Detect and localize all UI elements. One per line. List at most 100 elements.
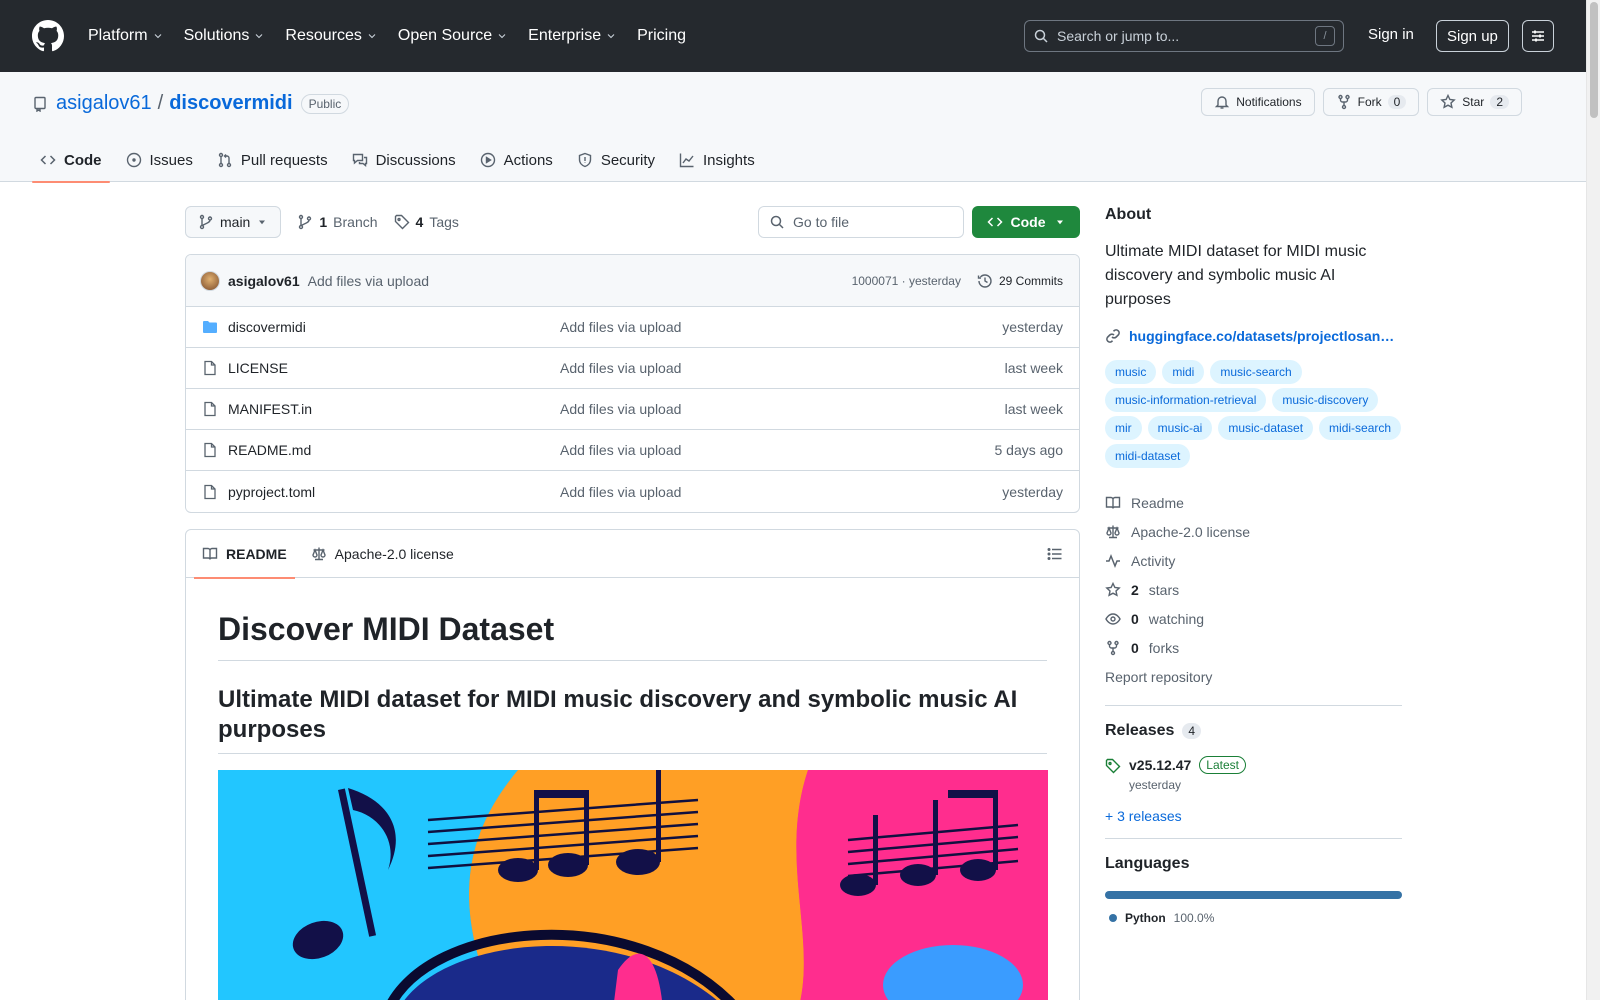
table-row[interactable]: discovermidi Add files via upload yester… <box>186 307 1079 348</box>
commit-author-link[interactable]: asigalov61 <box>228 273 300 289</box>
watching-link[interactable]: 0 watching <box>1105 604 1402 633</box>
fork-icon <box>1107 640 1119 655</box>
search-shortcut-key: / <box>1315 26 1335 46</box>
repo-tabs: Code Issues Pull requests Discussions Ac… <box>32 138 771 183</box>
tab-security[interactable]: Security <box>569 138 663 182</box>
file-commit-message[interactable]: Add files via upload <box>560 360 681 376</box>
license-link[interactable]: Apache-2.0 license <box>1105 517 1402 546</box>
sign-up-button[interactable]: Sign up <box>1436 20 1509 52</box>
topic-tag[interactable]: music-information-retrieval <box>1105 388 1267 412</box>
nav-resources[interactable]: Resources <box>285 27 377 45</box>
topic-tag[interactable]: midi-search <box>1319 416 1402 440</box>
topic-tag[interactable]: music <box>1105 360 1157 384</box>
topic-tag[interactable]: midi <box>1162 360 1205 384</box>
chevron-down-icon <box>368 34 376 39</box>
readme-tabs: README Apache-2.0 license <box>186 530 1079 579</box>
notifications-button[interactable]: Notifications <box>1201 88 1315 116</box>
outline-list-icon[interactable] <box>1047 546 1063 562</box>
shield-icon <box>578 152 592 168</box>
tab-insights[interactable]: Insights <box>671 138 763 182</box>
repo-actions: Notifications Fork 0 Star 2 <box>1201 88 1522 116</box>
releases-count: 4 <box>1182 723 1202 739</box>
header-menu-button[interactable] <box>1522 20 1554 52</box>
fork-button[interactable]: Fork 0 <box>1322 88 1420 116</box>
repo-title: asigalov61 / discovermidi Public <box>32 92 350 115</box>
topic-tag[interactable]: mir <box>1105 416 1142 440</box>
table-row[interactable]: pyproject.toml Add files via upload yest… <box>186 471 1079 512</box>
code-dropdown-button[interactable]: Code <box>972 206 1080 238</box>
file-name-link[interactable]: MANIFEST.in <box>228 401 560 417</box>
scrollbar-thumb[interactable] <box>1590 2 1598 118</box>
file-name-link[interactable]: LICENSE <box>228 360 560 376</box>
tab-code[interactable]: Code <box>32 138 110 183</box>
report-repository-link[interactable]: Report repository <box>1105 662 1402 691</box>
file-commit-message[interactable]: Add files via upload <box>560 319 681 335</box>
stars-link[interactable]: 2 stars <box>1105 575 1402 604</box>
sign-in-link[interactable]: Sign in <box>1368 26 1414 43</box>
file-name-link[interactable]: discovermidi <box>228 319 560 335</box>
table-row[interactable]: LICENSE Add files via upload last week <box>186 348 1079 389</box>
book-icon <box>202 547 218 560</box>
file-commit-message[interactable]: Add files via upload <box>560 442 681 458</box>
languages-title: Languages <box>1105 855 1190 872</box>
tab-actions[interactable]: Actions <box>472 138 561 182</box>
nav-platform[interactable]: Platform <box>88 27 164 45</box>
page-scrollbar[interactable] <box>1586 0 1600 1000</box>
readme-heading-1: Discover MIDI Dataset <box>218 610 1047 662</box>
topic-tag[interactable]: music-search <box>1210 360 1302 384</box>
nav-pricing[interactable]: Pricing <box>637 27 686 45</box>
link-icon <box>1106 329 1120 343</box>
tab-readme[interactable]: README <box>194 530 295 579</box>
latest-release[interactable]: v25.12.47 Latest yesterday <box>1105 756 1402 792</box>
file-name-link[interactable]: pyproject.toml <box>228 484 560 500</box>
commit-hash-date[interactable]: 1000071 · yesterday <box>852 274 961 288</box>
readme-heading-2: Ultimate MIDI dataset for MIDI music dis… <box>218 685 1047 755</box>
releases-heading[interactable]: Releases 4 <box>1105 722 1402 740</box>
topic-tag[interactable]: music-discovery <box>1272 388 1379 412</box>
commit-message-link[interactable]: Add files via upload <box>308 273 429 289</box>
branch-select-button[interactable]: main <box>185 206 282 238</box>
book-icon <box>1105 496 1121 509</box>
tab-discussions[interactable]: Discussions <box>344 138 464 182</box>
github-logo-icon[interactable] <box>32 20 64 52</box>
activity-link[interactable]: Activity <box>1105 546 1402 575</box>
caret-down-icon <box>1056 220 1063 225</box>
go-to-file-input[interactable]: Go to file <box>758 206 964 238</box>
main-content: main 1 Branch 4 Tags Go to file Code asiga… <box>185 206 1080 1000</box>
tags-link[interactable]: 4 Tags <box>394 214 459 230</box>
tab-issues[interactable]: Issues <box>118 138 201 182</box>
file-name-link[interactable]: README.md <box>228 442 560 458</box>
readme-link[interactable]: Readme <box>1105 488 1402 517</box>
nav-enterprise[interactable]: Enterprise <box>528 27 617 45</box>
homepage-link[interactable]: huggingface.co/datasets/projectlosan… <box>1105 328 1402 344</box>
commits-history-link[interactable]: 29 Commits <box>977 273 1063 289</box>
forks-link[interactable]: 0 forks <box>1105 633 1402 662</box>
nav-open-source[interactable]: Open Source <box>398 27 508 45</box>
repo-name-link[interactable]: discovermidi <box>169 92 292 115</box>
law-icon <box>311 547 326 560</box>
topic-tag[interactable]: music-ai <box>1147 416 1213 440</box>
avatar[interactable] <box>200 270 220 291</box>
language-color-dot <box>1109 914 1117 922</box>
table-row[interactable]: MANIFEST.in Add files via upload last we… <box>186 389 1079 430</box>
visibility-badge: Public <box>300 93 350 114</box>
nav-solutions[interactable]: Solutions <box>184 27 266 45</box>
topic-tag[interactable]: midi-dataset <box>1105 444 1191 468</box>
readme-body: Discover MIDI Dataset Ultimate MIDI data… <box>186 578 1079 1000</box>
readme-hero-image <box>218 770 1048 1000</box>
repo-icon <box>34 96 46 112</box>
topic-tag[interactable]: music-dataset <box>1218 416 1314 440</box>
more-releases-link[interactable]: + 3 releases <box>1105 808 1402 824</box>
branches-link[interactable]: 1 Branch <box>297 214 378 230</box>
code-icon <box>986 217 1003 227</box>
latest-commit-row: asigalov61 Add files via upload 1000071 … <box>186 255 1079 307</box>
language-item-python[interactable]: Python 100.0% <box>1105 911 1402 925</box>
repo-owner-link[interactable]: asigalov61 <box>56 92 152 115</box>
tab-pull-requests[interactable]: Pull requests <box>209 138 336 182</box>
file-commit-message[interactable]: Add files via upload <box>560 401 681 417</box>
star-button[interactable]: Star 2 <box>1427 88 1522 116</box>
table-row[interactable]: README.md Add files via upload 5 days ag… <box>186 430 1079 471</box>
search-input[interactable]: Search or jump to... / <box>1024 20 1344 52</box>
tab-license[interactable]: Apache-2.0 license <box>303 530 462 578</box>
file-commit-message[interactable]: Add files via upload <box>560 484 681 500</box>
